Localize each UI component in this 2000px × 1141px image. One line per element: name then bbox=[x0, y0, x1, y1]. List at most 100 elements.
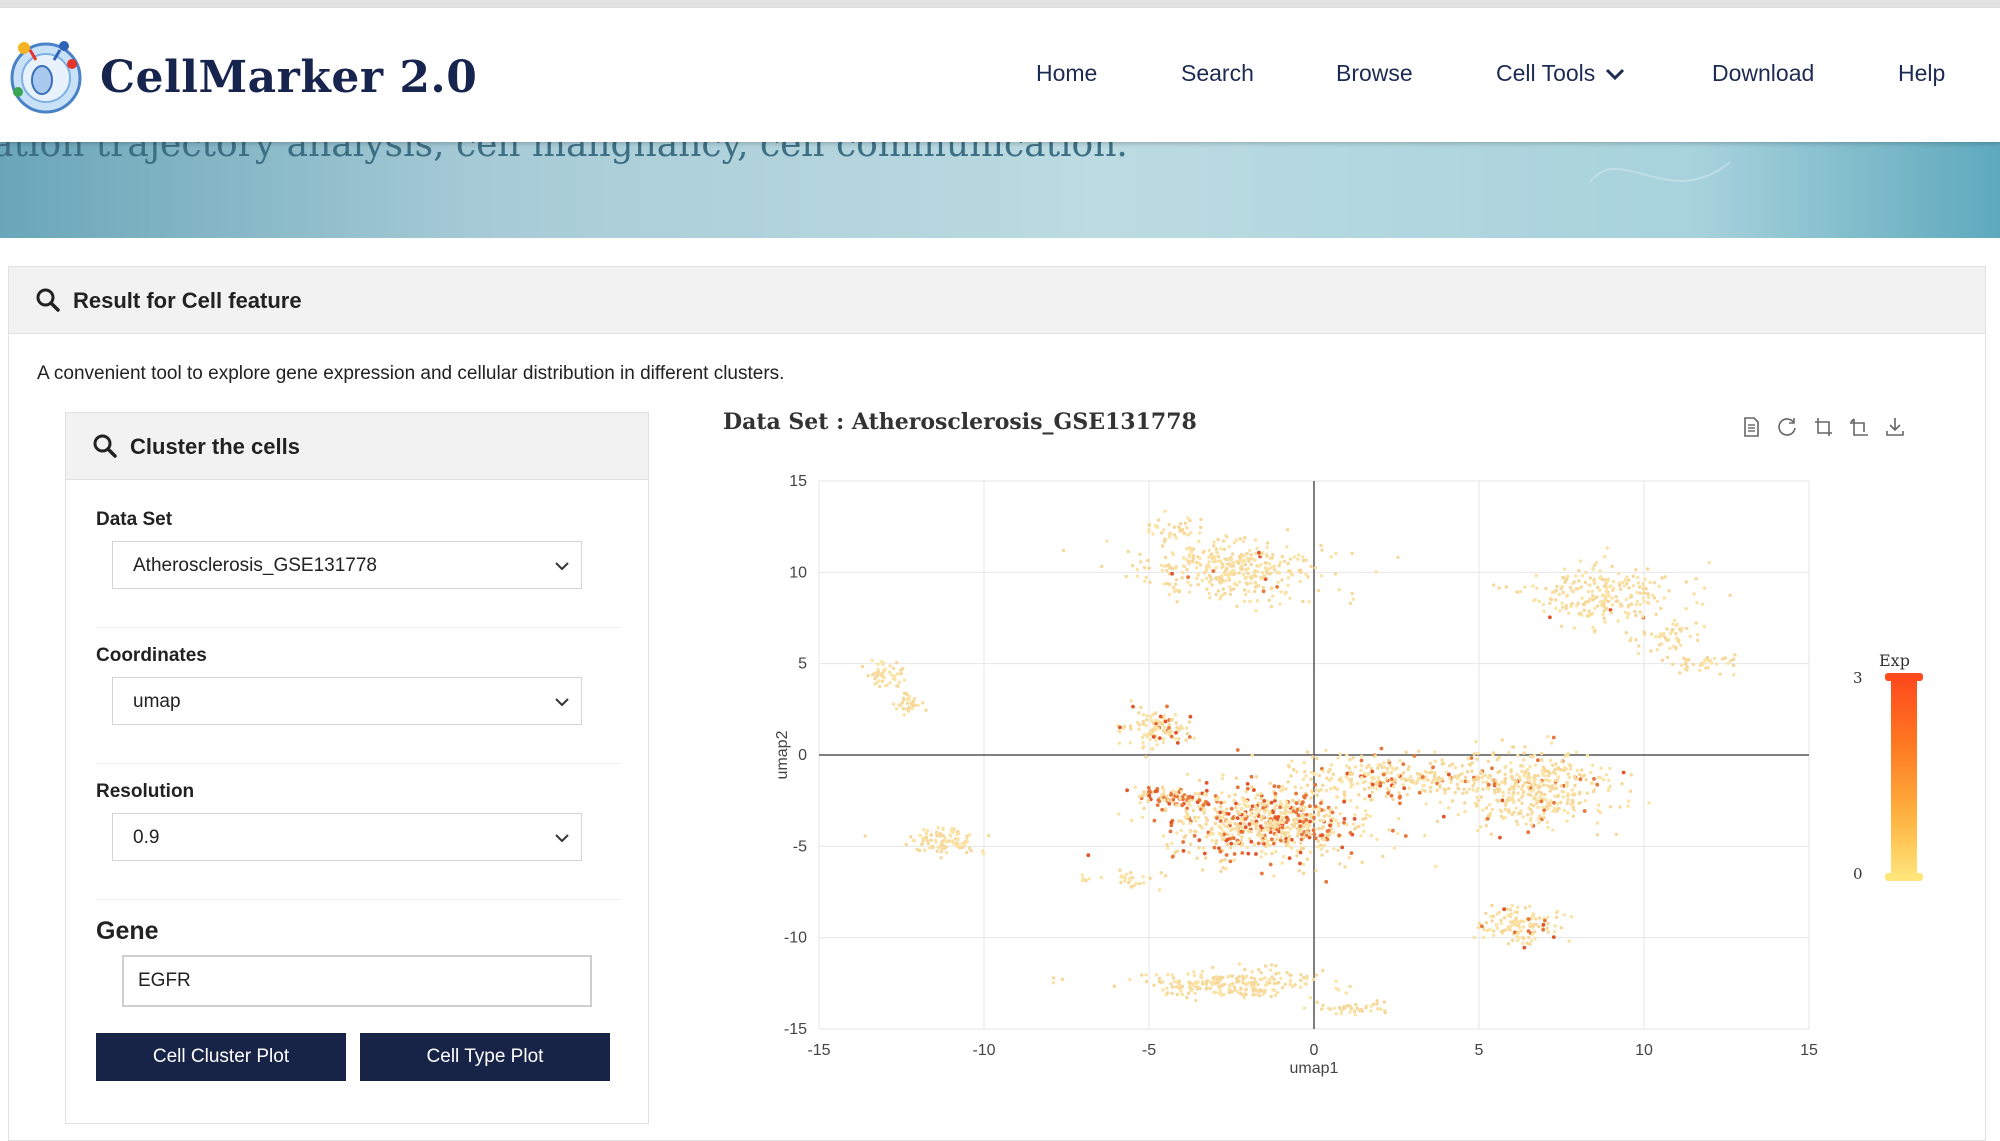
zoom-reset-icon[interactable] bbox=[1847, 415, 1871, 439]
data-point bbox=[1516, 753, 1520, 758]
resolution-select[interactable]: 0.9 bbox=[112, 813, 582, 861]
data-point bbox=[1272, 784, 1277, 789]
data-point bbox=[1165, 991, 1170, 995]
data-point bbox=[1117, 812, 1121, 816]
data-point bbox=[987, 833, 991, 838]
zoom-icon[interactable] bbox=[1811, 415, 1835, 439]
data-point bbox=[1306, 826, 1310, 830]
data-point bbox=[1200, 969, 1205, 973]
cell-type-plot-button[interactable]: Cell Type Plot bbox=[360, 1033, 610, 1081]
nav-download[interactable]: Download bbox=[1712, 60, 1814, 87]
legend-max-handle[interactable] bbox=[1885, 673, 1923, 681]
download-icon[interactable] bbox=[1883, 415, 1907, 439]
data-point bbox=[1334, 819, 1338, 823]
data-point bbox=[1240, 807, 1244, 811]
y-tick-label: 5 bbox=[798, 656, 807, 673]
data-point bbox=[1635, 590, 1639, 594]
nav-cell-tools[interactable]: Cell Tools bbox=[1496, 60, 1595, 87]
data-point bbox=[1188, 548, 1193, 552]
cell-cluster-plot-button[interactable]: Cell Cluster Plot bbox=[96, 1033, 346, 1081]
data-point bbox=[1313, 836, 1318, 841]
data-point bbox=[1520, 801, 1524, 805]
brand-name[interactable]: CellMarker 2.0 bbox=[100, 52, 477, 103]
nav-browse[interactable]: Browse bbox=[1336, 60, 1413, 87]
data-point bbox=[1301, 599, 1305, 604]
data-point bbox=[1285, 825, 1290, 830]
data-point bbox=[1221, 816, 1225, 820]
data-point bbox=[1529, 812, 1534, 816]
restore-icon[interactable] bbox=[1775, 415, 1799, 439]
data-point bbox=[1295, 770, 1299, 774]
coordinates-select[interactable]: umap bbox=[112, 677, 582, 725]
data-point bbox=[1229, 556, 1233, 560]
data-point bbox=[1534, 573, 1538, 578]
data-point bbox=[1359, 763, 1364, 768]
data-point bbox=[925, 829, 930, 833]
data-point bbox=[1276, 815, 1281, 819]
data-point bbox=[1636, 651, 1641, 656]
legend-color-bar[interactable] bbox=[1891, 677, 1917, 877]
legend-min-handle[interactable] bbox=[1885, 873, 1923, 881]
data-point bbox=[1546, 825, 1550, 830]
data-point bbox=[1225, 843, 1229, 847]
data-point bbox=[1525, 941, 1529, 945]
chevron-down-icon[interactable] bbox=[1604, 63, 1626, 85]
data-point bbox=[1174, 792, 1179, 796]
data-point bbox=[1666, 638, 1671, 642]
data-point bbox=[1557, 767, 1561, 771]
data-point bbox=[1229, 841, 1234, 846]
data-point bbox=[1499, 814, 1504, 818]
data-point bbox=[1247, 822, 1252, 826]
data-point bbox=[1344, 991, 1348, 995]
dataset-select[interactable]: Atherosclerosis_GSE131778 bbox=[112, 541, 582, 589]
y-tick-label: -15 bbox=[784, 1021, 807, 1038]
data-point bbox=[1528, 765, 1532, 769]
cellmarker-logo-icon[interactable] bbox=[6, 34, 88, 116]
data-point bbox=[1222, 832, 1227, 837]
umap-scatter-plot[interactable]: -15 -10 -5 0 5 10 15-15-10-5051015umap1umap2 bbox=[709, 453, 1939, 1133]
data-point bbox=[1596, 803, 1601, 807]
data-point bbox=[1154, 738, 1158, 742]
data-point bbox=[1508, 908, 1512, 912]
data-point bbox=[1345, 753, 1349, 757]
data-point bbox=[1278, 560, 1283, 565]
data-point bbox=[1602, 609, 1606, 613]
nav-search[interactable]: Search bbox=[1181, 60, 1254, 87]
data-point bbox=[1245, 551, 1249, 556]
data-point bbox=[942, 847, 946, 851]
data-point bbox=[1197, 561, 1201, 566]
data-point bbox=[1228, 585, 1232, 589]
data-point bbox=[1280, 861, 1284, 865]
data-point bbox=[870, 658, 874, 663]
data-point bbox=[1654, 612, 1658, 616]
data-point bbox=[1219, 984, 1223, 988]
data-point bbox=[1674, 623, 1678, 628]
data-point bbox=[1623, 578, 1628, 582]
data-point bbox=[1212, 845, 1217, 850]
result-panel: Result for Cell feature A convenient too… bbox=[8, 266, 1986, 1141]
data-point bbox=[1562, 567, 1567, 571]
data-point bbox=[1212, 558, 1216, 562]
data-point bbox=[1287, 804, 1291, 808]
gene-input[interactable] bbox=[122, 955, 592, 1007]
data-point bbox=[1324, 879, 1329, 884]
nav-help[interactable]: Help bbox=[1898, 60, 1945, 87]
scatter-points bbox=[860, 509, 1737, 1017]
data-point bbox=[1631, 584, 1636, 588]
data-point bbox=[1357, 1009, 1362, 1013]
data-point bbox=[1212, 544, 1216, 548]
data-point bbox=[1674, 631, 1678, 636]
data-point bbox=[916, 703, 920, 708]
data-point bbox=[1570, 788, 1574, 792]
data-point bbox=[1123, 876, 1127, 880]
nav-home[interactable]: Home bbox=[1036, 60, 1097, 87]
data-point bbox=[1515, 772, 1519, 777]
data-point bbox=[1513, 780, 1517, 785]
data-point bbox=[1280, 825, 1285, 830]
data-view-icon[interactable] bbox=[1739, 415, 1763, 439]
data-point bbox=[1565, 577, 1569, 582]
data-point bbox=[1142, 881, 1146, 885]
data-point bbox=[1548, 789, 1552, 793]
data-point bbox=[1492, 929, 1496, 933]
data-point bbox=[1264, 836, 1268, 841]
